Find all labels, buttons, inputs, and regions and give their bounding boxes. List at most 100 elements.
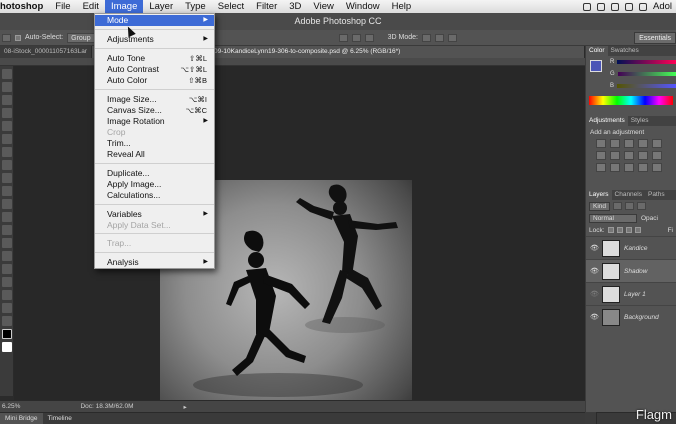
menu-item-mode[interactable]: Mode ▶ <box>95 15 214 26</box>
menu-item-image-size[interactable]: Image Size... ⌥⌘I <box>95 94 214 105</box>
color-balance-icon[interactable] <box>610 151 620 160</box>
menu-item-trim[interactable]: Trim... <box>95 138 214 149</box>
layer-row[interactable]: 👁 Background <box>586 305 676 328</box>
align-icon[interactable] <box>364 33 374 42</box>
quick-select-tool-icon[interactable] <box>2 108 12 118</box>
wifi-icon[interactable] <box>624 2 633 11</box>
pen-tool-icon[interactable] <box>2 251 12 261</box>
menu-layer[interactable]: Layer <box>143 0 179 13</box>
menu-help[interactable]: Help <box>386 0 418 13</box>
blend-mode-dropdown[interactable]: Normal <box>589 213 637 223</box>
black-white-icon[interactable] <box>624 151 634 160</box>
workspace-switcher[interactable]: Essentials <box>634 32 676 44</box>
move-tool-icon[interactable] <box>2 33 11 42</box>
menu-item-variables[interactable]: Variables ▶ <box>95 209 214 220</box>
status-icon[interactable] <box>582 2 591 11</box>
menu-type[interactable]: Type <box>179 0 212 13</box>
threshold-icon[interactable] <box>624 163 634 172</box>
auto-select-checkbox[interactable] <box>15 34 21 41</box>
tab-swatches[interactable]: Swatches <box>608 46 642 56</box>
history-brush-tool-icon[interactable] <box>2 186 12 196</box>
visibility-eye-icon[interactable]: 👁 <box>590 313 599 321</box>
menu-edit[interactable]: Edit <box>77 0 105 13</box>
layer-name[interactable]: Background <box>624 314 659 321</box>
menu-item-canvas-size[interactable]: Canvas Size... ⌥⌘C <box>95 105 214 116</box>
marquee-tool-icon[interactable] <box>2 82 12 92</box>
tab-layers[interactable]: Layers <box>586 190 612 200</box>
lock-all-icon[interactable] <box>634 227 641 233</box>
selective-color-icon[interactable] <box>652 163 662 172</box>
move-tool-icon[interactable] <box>2 69 12 79</box>
color-spectrum[interactable] <box>589 96 673 105</box>
vibrance-icon[interactable] <box>652 139 662 148</box>
volume-icon[interactable] <box>638 2 647 11</box>
blue-slider[interactable] <box>617 84 676 88</box>
menu-3d[interactable]: 3D <box>283 0 307 13</box>
healing-tool-icon[interactable] <box>2 147 12 157</box>
tab-color[interactable]: Color <box>586 46 608 56</box>
lock-position-icon[interactable] <box>625 227 632 233</box>
brush-tool-icon[interactable] <box>2 160 12 170</box>
background-color-swatch[interactable] <box>2 342 12 352</box>
3d-roll-icon[interactable] <box>434 33 444 42</box>
dodge-tool-icon[interactable] <box>2 238 12 248</box>
menu-item-analysis[interactable]: Analysis ▶ <box>95 257 214 268</box>
menu-file[interactable]: File <box>49 0 76 13</box>
layer-row-selected[interactable]: 👁 Shadow <box>586 259 676 282</box>
menu-filter[interactable]: Filter <box>250 0 283 13</box>
green-slider[interactable] <box>617 72 676 76</box>
tab-channels[interactable]: Channels <box>612 190 645 200</box>
filter-type-icon[interactable] <box>637 202 647 210</box>
hand-tool-icon[interactable] <box>2 303 12 313</box>
tab-paths[interactable]: Paths <box>645 190 668 200</box>
menu-item-adjustments[interactable]: Adjustments ▶ <box>95 34 214 45</box>
menu-item-apply-image[interactable]: Apply Image... <box>95 179 214 190</box>
layer-name[interactable]: Layer 1 <box>624 291 646 298</box>
layer-name[interactable]: Kandice <box>624 245 648 252</box>
lock-transparency-icon[interactable] <box>607 227 614 233</box>
type-tool-icon[interactable] <box>2 264 12 274</box>
status-icon[interactable] <box>596 2 605 11</box>
menu-item-duplicate[interactable]: Duplicate... <box>95 168 214 179</box>
auto-select-dropdown[interactable]: Group <box>67 32 95 43</box>
visibility-eye-icon[interactable]: 👁 <box>590 267 599 275</box>
channel-mixer-icon[interactable] <box>652 151 662 160</box>
app-name[interactable]: hotoshop <box>0 1 49 12</box>
menu-item-reveal-all[interactable]: Reveal All <box>95 149 214 160</box>
layer-name[interactable]: Shadow <box>624 268 648 275</box>
gradient-tool-icon[interactable] <box>2 212 12 222</box>
visibility-eye-icon[interactable]: 👁 <box>590 244 599 252</box>
tab-timeline[interactable]: Timeline <box>43 413 77 424</box>
hue-saturation-icon[interactable] <box>596 151 606 160</box>
align-icon[interactable] <box>338 33 348 42</box>
layer-kind-filter[interactable]: Kind <box>589 201 611 211</box>
tab-styles[interactable]: Styles <box>628 116 652 126</box>
foreground-color-swatch[interactable] <box>2 329 12 339</box>
levels-icon[interactable] <box>610 139 620 148</box>
brightness-icon[interactable] <box>596 139 606 148</box>
blur-tool-icon[interactable] <box>2 225 12 235</box>
layer-row[interactable]: 👁 Kandice <box>586 236 676 259</box>
lock-pixels-icon[interactable] <box>616 227 623 233</box>
menu-extra-text[interactable]: Adol <box>653 1 672 12</box>
3d-orbit-icon[interactable] <box>421 33 431 42</box>
menu-item-auto-tone[interactable]: Auto Tone ⇧⌘L <box>95 53 214 64</box>
crop-tool-icon[interactable] <box>2 121 12 131</box>
gradient-map-icon[interactable] <box>638 163 648 172</box>
menu-view[interactable]: View <box>307 0 339 13</box>
menu-item-auto-color[interactable]: Auto Color ⇧⌘B <box>95 75 214 86</box>
invert-icon[interactable] <box>596 163 606 172</box>
zoom-tool-icon[interactable] <box>2 316 12 326</box>
exposure-icon[interactable] <box>638 139 648 148</box>
status-menu-arrow-icon[interactable]: ▸ <box>184 403 187 411</box>
menu-image[interactable]: Image <box>104 0 144 13</box>
photo-filter-icon[interactable] <box>638 151 648 160</box>
menu-window[interactable]: Window <box>340 0 386 13</box>
stamp-tool-icon[interactable] <box>2 173 12 183</box>
path-select-tool-icon[interactable] <box>2 277 12 287</box>
doc-info[interactable]: Doc: 18.3M/62.0M <box>80 403 133 410</box>
battery-icon[interactable] <box>610 2 619 11</box>
tab-adjustments[interactable]: Adjustments <box>586 116 628 126</box>
menu-item-auto-contrast[interactable]: Auto Contrast ⌥⇧⌘L <box>95 64 214 75</box>
red-slider[interactable] <box>617 60 676 64</box>
